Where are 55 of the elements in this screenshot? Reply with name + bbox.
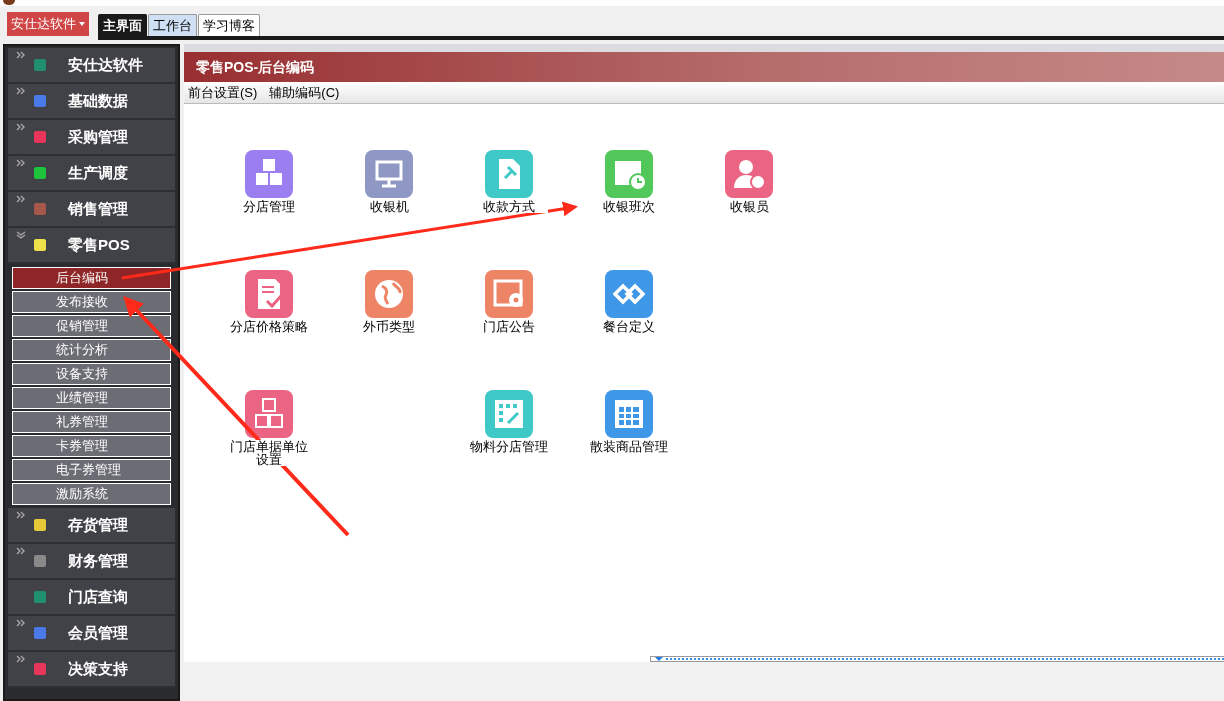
caret-icon [79,22,85,26]
sidebar-item[interactable]: 礼券管理 [12,411,171,433]
sidebar-section[interactable]: 财务管理 [8,544,175,580]
app-tile-button[interactable] [365,270,413,318]
sidebar-item[interactable]: 促销管理 [12,315,171,337]
app-tile-button[interactable] [485,150,533,198]
sidebar-item[interactable]: 电子券管理 [12,459,171,481]
app-tile-button[interactable] [365,150,413,198]
sidebar-section[interactable]: 零售POS [8,228,175,264]
app-tile-button[interactable] [605,390,653,438]
sidebar-item[interactable]: 设备支持 [12,363,171,385]
tab[interactable]: 工作台 [148,14,197,36]
sidebar-section[interactable]: 存货管理 [8,508,175,544]
sidebar-section[interactable]: 销售管理 [8,192,175,228]
gridpen-icon [493,398,525,430]
sidebar-item[interactable]: 卡券管理 [12,435,171,457]
app-tile-button[interactable] [605,150,653,198]
sidebar-item[interactable]: 统计分析 [12,339,171,361]
triangle-down-icon [655,657,663,661]
menu-item[interactable]: 前台设置(S) [188,82,258,103]
tile-label: 物料分店管理 [470,440,548,453]
tab[interactable]: 学习博客 [198,14,260,36]
sidebar-item[interactable]: 发布接收 [12,291,171,313]
splitter-bar[interactable] [650,656,1224,662]
app-tile-button[interactable] [245,270,293,318]
table-icon [613,398,645,430]
sidebar-section[interactable]: 安仕达软件 [8,48,175,84]
sidebar-section[interactable]: 决策支持 [8,652,175,688]
tile-label: 分店价格策略 [230,320,308,333]
sidebar-section[interactable]: 门店查询 [8,580,175,616]
sidebar-section[interactable]: 基础数据 [8,84,175,120]
app-tile-button[interactable] [245,390,293,438]
calendar-icon [613,158,645,190]
app-tile-button[interactable] [485,390,533,438]
sidebar-section[interactable]: 生产调度 [8,156,175,192]
app-tile-button[interactable] [485,270,533,318]
dropdown-button[interactable]: 安仕达软件 [7,12,89,36]
sidebar-item[interactable]: 业绩管理 [12,387,171,409]
app-tile-button[interactable] [725,150,773,198]
globe-icon [373,278,405,310]
app-tile-button[interactable] [245,150,293,198]
window-gear-icon [493,278,525,310]
tile-label: 门店单据单位设置 [230,440,308,466]
panel-title: 零售POS-后台编码 [196,57,315,77]
person-icon [733,158,765,190]
menu-item[interactable]: 辅助编码(C) [269,82,340,103]
sidebar-item[interactable]: 激励系统 [12,483,171,505]
sidebar-item[interactable]: 后台编码 [12,267,171,289]
tab[interactable]: 主界面 [98,14,147,36]
tile-label: 散装商品管理 [590,440,668,453]
monitor-icon [373,158,405,190]
sidebar-section[interactable]: 会员管理 [8,616,175,652]
app-logo-icon [3,0,15,5]
sidebar-section[interactable]: 采购管理 [8,120,175,156]
app-tile-button[interactable] [605,270,653,318]
